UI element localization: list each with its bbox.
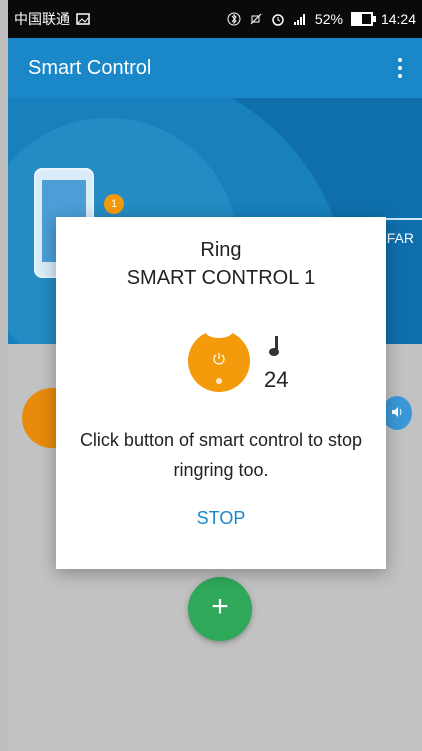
dialog-title: Ring [200,239,242,261]
app-title: Smart Control [28,56,152,79]
battery-icon [350,12,376,26]
speaker-icon [391,406,403,418]
image-icon [76,12,90,26]
far-label: FAR [386,230,414,246]
smart-control-icon [188,324,250,392]
silent-icon [249,12,263,26]
dialog-message: Click button of smart control to stop ri… [79,430,363,480]
bluetooth-icon [227,12,241,26]
speaker-button[interactable] [382,396,412,430]
ring-count: 24 [264,367,289,392]
alarm-icon [271,12,285,26]
signal-icon [293,12,307,26]
music-note-icon [266,335,284,357]
ring-dialog: Ring SMART CONTROL 1 24 Click button of … [56,217,386,569]
add-device-button[interactable]: + [188,577,252,641]
device-pin-badge[interactable]: 1 [104,194,124,214]
stop-button[interactable]: STOP [56,508,386,529]
screen: 中国联通 52% 14:24 Smart Control 1 FAR + Rin… [0,0,422,751]
battery-percent: 52% [314,11,343,27]
clock: 14:24 [380,11,416,27]
range-line [382,218,422,220]
overflow-menu-icon[interactable] [390,54,410,82]
dialog-subtitle: SMART CONTROL 1 [126,267,316,289]
carrier-text: 中国联通 [14,11,70,27]
status-bar: 中国联通 52% 14:24 [8,0,422,38]
power-icon [212,352,226,366]
app-bar: Smart Control [8,38,422,98]
